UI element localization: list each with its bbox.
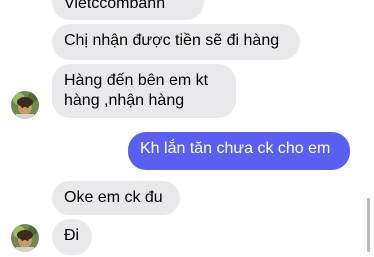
message-text: Kh lắn tăn chưa ck cho em	[140, 140, 331, 157]
contact-avatar[interactable]	[11, 91, 39, 119]
avatar-photo-icon	[11, 224, 39, 252]
message-text: Oke em ck đu	[64, 189, 163, 206]
incoming-message-bubble[interactable]: Oke em ck đu	[52, 181, 180, 215]
avatar-photo-icon	[11, 91, 39, 119]
message-text: Đi	[64, 227, 80, 244]
incoming-message-bubble[interactable]: Đi	[52, 219, 92, 255]
incoming-message-bubble[interactable]: Chị nhận được tiền sẽ đi hàng	[52, 24, 300, 60]
message-text-line-2: hàng ,nhận hàng	[64, 92, 185, 109]
outgoing-message-bubble[interactable]: Kh lắn tăn chưa ck cho em	[128, 132, 350, 170]
message-text: Vietccombanh	[64, 0, 166, 12]
scrollbar-thumb[interactable]	[367, 198, 370, 252]
message-text: Chị nhận được tiền sẽ đi hàng	[64, 32, 280, 49]
contact-avatar[interactable]	[11, 224, 39, 252]
message-text-line-1: Hàng đến bên em kt	[64, 72, 209, 89]
incoming-message-bubble[interactable]: Vietccombanh	[52, 0, 204, 20]
incoming-message-bubble[interactable]: Hàng đến bên em kt hàng ,nhận hàng	[52, 64, 236, 118]
